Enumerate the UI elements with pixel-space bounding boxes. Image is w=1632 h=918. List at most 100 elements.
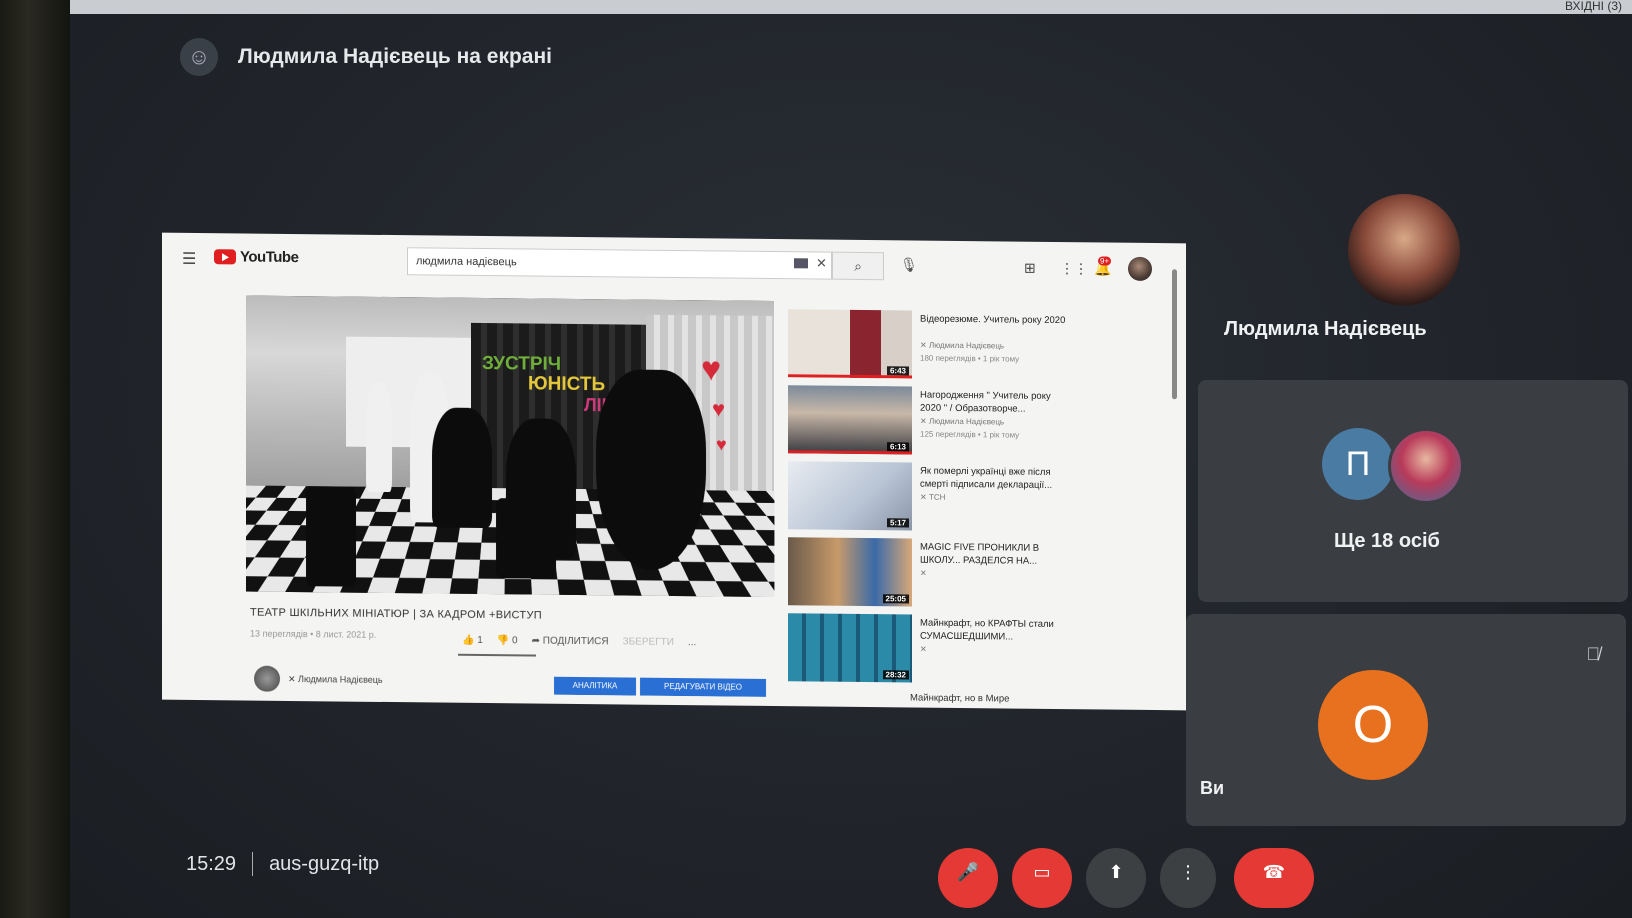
video-title: ТЕАТР ШКІЛЬНИХ МІНІАТЮР | ЗА КАДРОМ +ВИС…	[250, 606, 542, 622]
voice-search-icon[interactable]: 🎙	[900, 256, 918, 273]
create-video-icon[interactable]: ⊞	[1024, 260, 1036, 277]
meeting-info: 15:29 aus-guzq-itp	[186, 852, 379, 876]
recommendation-item[interactable]: 28:32 Майнкрафт, но КРАФТЫ стали СУМАСШЕ…	[788, 613, 1168, 689]
channel-row: ✕ Людмила Надієвець	[254, 665, 383, 693]
recommendation-title: Майнкрафт, но КРАФТЫ стали СУМАСШЕДШИМИ.…	[920, 617, 1054, 643]
channel-name[interactable]: ✕ Людмила Надієвець	[288, 673, 383, 685]
participant-avatar	[1388, 428, 1464, 504]
camera-off-icon: ▭	[1033, 862, 1051, 882]
meeting-time: 15:29	[186, 852, 237, 875]
thumbs-down-icon: 👎	[496, 635, 510, 647]
video-meta: 13 переглядів • 8 лист. 2021 р.	[250, 628, 377, 640]
video-player[interactable]: ЗУСТРІЧ ЮНІСТЬ ЛІЦЕЮ ♥ ♥ ♥	[246, 295, 774, 598]
account-avatar[interactable]	[1128, 256, 1152, 282]
presenter-label: Людмила Надієвець на екрані	[238, 45, 553, 68]
like-count: 1	[477, 634, 483, 646]
recommendation-item[interactable]: 25:05 MAGIC FIVE ПРОНИКЛИ В ШКОЛУ... РАЗ…	[788, 537, 1168, 613]
search-icon: ⌕	[854, 257, 862, 274]
mic-toggle-button[interactable]: 🎤	[938, 848, 998, 908]
video-overlay-text-1: ЗУСТРІЧ	[482, 352, 562, 375]
thumbs-up-icon: 👍	[462, 634, 475, 646]
mic-off-icon: 🎤	[956, 862, 980, 882]
search-button[interactable]: ⌕	[832, 251, 884, 281]
apps-grid-icon[interactable]: ⋮⋮	[1060, 260, 1088, 277]
duration-badge: 6:13	[886, 442, 909, 452]
edit-video-button[interactable]: РЕДАГУВАТИ ВІДЕО	[640, 677, 766, 697]
more-vertical-icon: ⋮	[1179, 862, 1197, 882]
youtube-search-input[interactable]: людмила надієвець	[407, 247, 832, 280]
hamburger-menu-icon[interactable]: ☰	[182, 249, 196, 269]
others-avatar: П	[1322, 428, 1394, 500]
others-count-label: Ще 18 осіб	[1334, 530, 1440, 552]
watched-progress-bar	[788, 374, 912, 379]
meeting-code[interactable]: aus-guzq-itp	[269, 853, 379, 876]
self-label: Ви	[1200, 778, 1225, 798]
recommendation-views: 180 переглядів • 1 рік тому	[920, 353, 1020, 364]
meet-screen: ВХІДНІ (3) ☺ Людмила Надієвець на екрані…	[70, 0, 1632, 918]
share-label: ПОДІЛИТИСЯ	[542, 635, 609, 648]
recommendation-channel: ✕ Людмила Надієвець	[920, 340, 1005, 351]
participant-tile-others[interactable]: П Ще 18 осіб	[1198, 380, 1628, 602]
share-button[interactable]: ➦ ПОДІЛИТИСЯ	[532, 636, 609, 648]
inbox-tab[interactable]: ВХІДНІ (3)	[1565, 0, 1622, 14]
recommendation-item[interactable]: 6:43 Відеорезюме. Учитель року 2020 ✕ Лю…	[788, 309, 1168, 385]
channel-avatar[interactable]	[254, 665, 280, 692]
recommendation-item[interactable]: 6:13 Нагородження " Учитель року 2020 " …	[788, 385, 1168, 461]
present-screen-button[interactable]: ⬆	[1086, 848, 1146, 908]
watched-progress-bar	[788, 450, 912, 455]
monitor-bezel	[0, 0, 70, 918]
recommendation-channel: ✕	[920, 568, 927, 578]
recommendation-channel: ✕ Людмила Надієвець	[920, 416, 1005, 427]
browser-top-strip: ВХІДНІ (3)	[70, 0, 1632, 14]
recommendation-title: MAGIC FIVE ПРОНИКЛИ В ШКОЛУ... РАЗДЕЛСЯ …	[920, 541, 1040, 567]
camera-toggle-button[interactable]: ▭	[1012, 848, 1072, 908]
performer-figure	[366, 381, 392, 493]
recommendation-thumbnail: 6:13	[788, 385, 912, 455]
youtube-logo-text: YouTube	[240, 248, 299, 267]
recommendation-thumbnail: 5:17	[788, 461, 912, 531]
participant-tile-self[interactable]: 🎙̸ О Ви	[1186, 614, 1626, 826]
self-avatar: О	[1318, 670, 1428, 780]
notification-badge: 9+	[1098, 256, 1112, 266]
top-hat-prop	[496, 498, 556, 579]
recommendation-title-partial[interactable]: Майнкрафт, но в Мире	[910, 692, 1009, 704]
participant-tile-main[interactable]: Людмила Надієвець	[1208, 170, 1628, 360]
analytics-button[interactable]: АНАЛІТИКА	[554, 676, 636, 696]
recommendation-title: Відеорезюме. Учитель року 2020	[920, 313, 1066, 327]
heart-decoration-icon: ♥	[701, 350, 722, 389]
dislike-button[interactable]: 👎 0	[497, 635, 518, 646]
dislike-count: 0	[512, 635, 518, 647]
present-screen-icon: ⬆	[1108, 862, 1124, 882]
recommendation-item[interactable]: 5:17 Як померлі українці вже після смерт…	[788, 461, 1168, 537]
performer-figure	[432, 407, 492, 529]
shared-screen: ☰ YouTube людмила надієвець ✕ ⌕ 🎙 ⊞ ⋮⋮ 🔔…	[162, 232, 1186, 711]
youtube-play-icon	[214, 249, 236, 265]
recommendation-title: Нагородження " Учитель року 2020 " / Обр…	[920, 389, 1051, 415]
participant-avatar	[1348, 194, 1460, 306]
save-button[interactable]: ЗБЕРЕГТИ	[623, 636, 674, 648]
youtube-logo[interactable]: YouTube	[214, 248, 298, 266]
clear-search-icon[interactable]: ✕	[816, 255, 827, 271]
presenter-avatar-icon: ☺	[180, 38, 218, 76]
keyboard-icon[interactable]	[794, 258, 808, 269]
more-options-button[interactable]: ⋮	[1160, 848, 1216, 908]
recommendation-thumbnail: 25:05	[788, 537, 912, 607]
performer-figure	[596, 369, 706, 571]
recommendation-thumbnail: 6:43	[788, 309, 912, 379]
duration-badge: 6:43	[886, 366, 909, 376]
scrollbar[interactable]	[1172, 269, 1177, 400]
duration-badge: 28:32	[882, 670, 909, 680]
like-button[interactable]: 👍 1	[462, 635, 483, 646]
recommendation-title: Як померлі українці вже після смерті під…	[920, 465, 1053, 491]
end-call-button[interactable]: ☎	[1234, 848, 1314, 908]
mic-off-icon: 🎙̸	[1586, 644, 1601, 664]
video-actions: 👍 1 👎 0 ➦ ПОДІЛИТИСЯ ЗБЕРЕГТИ ...	[462, 635, 696, 648]
recommendation-thumbnail: 28:32	[788, 613, 912, 683]
presenter-bar: ☺ Людмила Надієвець на екрані	[180, 38, 552, 76]
more-actions-icon[interactable]: ...	[688, 637, 696, 648]
share-icon: ➦	[531, 635, 540, 647]
heart-decoration-icon: ♥	[712, 396, 726, 422]
recommendation-channel: ✕ ТСН	[920, 492, 946, 502]
video-overlay-text-2: ЮНІСТЬ	[528, 373, 606, 396]
youtube-header: ☰ YouTube людмила надієвець ✕ ⌕ 🎙 ⊞ ⋮⋮ 🔔…	[162, 233, 1186, 294]
